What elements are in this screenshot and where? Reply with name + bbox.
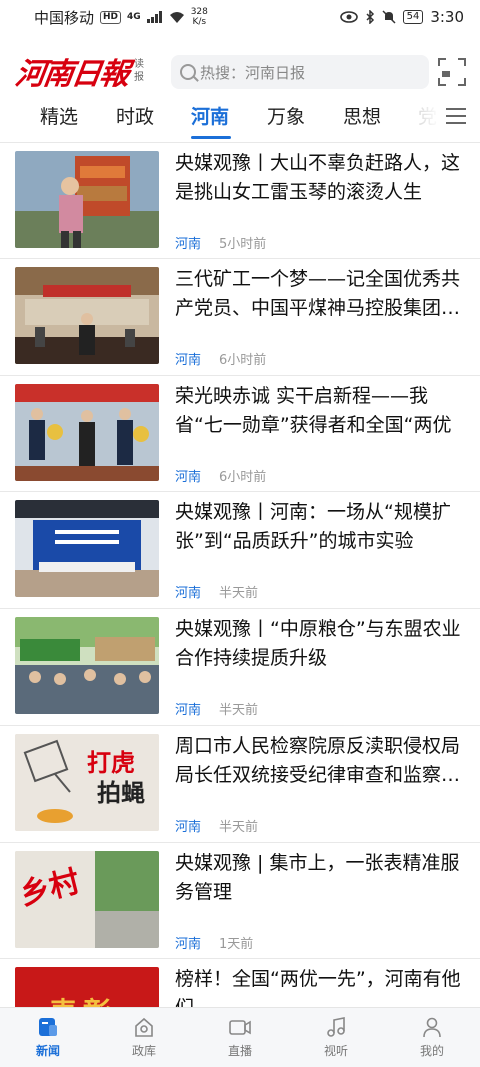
battery-indicator: 54: [402, 10, 424, 24]
news-item[interactable]: 央媒观豫丨“中原粮仓”与东盟农业合作持续提质升级 河南 半天前: [0, 608, 480, 724]
news-icon: [39, 1018, 57, 1036]
news-meta: 河南 6小时前: [175, 466, 266, 485]
news-source[interactable]: 河南: [175, 466, 201, 485]
news-source[interactable]: 河南: [175, 582, 201, 601]
news-meta: 河南 半天前: [175, 699, 258, 718]
eye-icon: [339, 11, 358, 23]
net-speed-unit: K/s: [192, 17, 207, 27]
hd-badge: HD: [100, 10, 122, 24]
live-icon: [229, 1020, 251, 1035]
nav-news-label: 新闻: [35, 1044, 60, 1058]
nav-news[interactable]: 新闻: [0, 1008, 96, 1067]
user-icon: [423, 1017, 441, 1038]
news-title: 三代矿工一个梦——记全国优秀共产党员、中国平煤神马控股集团…: [175, 268, 461, 319]
tab-fade-mask: [400, 96, 440, 140]
news-time: 5小时前: [219, 237, 267, 252]
tab-sixiang[interactable]: 思想: [343, 102, 381, 129]
mute-bell-icon: [382, 10, 396, 24]
news-meta: 河南 半天前: [175, 582, 258, 601]
news-time: 半天前: [219, 586, 259, 601]
nav-media-label: 视听: [323, 1044, 348, 1058]
bottom-nav: 新闻 政库 直播 视听 我的: [0, 1007, 480, 1067]
news-item[interactable]: 央媒观豫丨大山不辜负赶路人，这是挑山女工雷玉琴的滚烫人生 河南 5小时前: [0, 142, 480, 258]
library-icon: [135, 1017, 153, 1037]
news-time: 半天前: [219, 703, 259, 718]
news-thumbnail: 打虎 拍蝇: [15, 734, 159, 831]
bluetooth-icon: [366, 10, 374, 24]
thumb-fly-text: 拍蝇: [97, 778, 145, 807]
carrier-label: 中国移动: [34, 8, 95, 27]
net-speed-value: 328: [190, 7, 208, 17]
thumb-tiger-text: 打虎: [87, 748, 135, 777]
news-time: 6小时前: [219, 353, 267, 368]
nav-media[interactable]: 视听: [288, 1008, 384, 1067]
clock: 3:30: [430, 8, 464, 26]
news-item[interactable]: 乡村 央媒观豫 | 集市上，一张表精准服务管理 河南 1天前: [0, 842, 480, 958]
news-thumbnail: 乡村: [15, 851, 159, 948]
tab-wanxiang[interactable]: 万象: [267, 102, 305, 129]
news-source[interactable]: 河南: [175, 233, 201, 252]
news-thumbnail: [15, 267, 159, 364]
tab-henan[interactable]: 河南: [191, 102, 229, 129]
news-thumbnail: [15, 384, 159, 481]
search-icon: [180, 64, 196, 80]
news-title: 央媒观豫丨“中原粮仓”与东盟农业合作持续提质升级: [175, 618, 461, 669]
news-meta: 河南 半天前: [175, 816, 258, 835]
news-title: 央媒观豫丨河南：一场从“规模扩张”到“品质跃升”的城市实验: [175, 501, 451, 552]
signal-icon: [146, 11, 162, 23]
search-input[interactable]: 热搜：河南日报: [171, 55, 429, 89]
tab-shizheng[interactable]: 时政: [116, 102, 154, 129]
nav-live-label: 直播: [227, 1044, 252, 1058]
news-item[interactable]: 三代矿工一个梦——记全国优秀共产党员、中国平煤神马控股集团… 河南 6小时前: [0, 258, 480, 374]
news-meta: 河南 5小时前: [175, 233, 266, 252]
news-source[interactable]: 河南: [175, 349, 201, 368]
active-tab-indicator: [191, 136, 231, 139]
nav-profile[interactable]: 我的: [384, 1008, 480, 1067]
net-speed: 328 K/s: [191, 7, 208, 27]
news-source[interactable]: 河南: [175, 933, 201, 952]
news-item[interactable]: 荣光映赤诚 实干启新程——我省“七一勋章”获得者和全国“两优一先”… 河南 6小…: [0, 375, 480, 491]
news-time: 6小时前: [219, 470, 267, 485]
nav-live[interactable]: 直播: [192, 1008, 288, 1067]
news-item[interactable]: 打虎 拍蝇 周口市人民检察院原反渎职侵权局局长任双统接受纪律审查和监察… 河南 …: [0, 725, 480, 841]
app-header: 河南日報 读报 热搜：河南日报: [0, 52, 480, 92]
news-title: 央媒观豫 | 集市上，一张表精准服务管理: [175, 852, 460, 903]
news-source[interactable]: 河南: [175, 816, 201, 835]
wifi-icon: [169, 11, 184, 23]
nav-library[interactable]: 政库: [96, 1008, 192, 1067]
nav-profile-label: 我的: [419, 1044, 444, 1058]
scan-icon[interactable]: [438, 58, 466, 86]
nav-library-label: 政库: [131, 1044, 156, 1058]
music-icon: [327, 1017, 345, 1037]
news-title: 周口市人民检察院原反渎职侵权局局长任双统接受纪律审查和监察…: [175, 735, 461, 786]
news-time: 半天前: [219, 820, 259, 835]
news-meta: 河南 1天前: [175, 933, 253, 952]
logo-text: 河南日報: [13, 57, 130, 92]
channel-tabs: 精选 时政 河南 万象 思想 党: [0, 96, 480, 140]
news-title: 央媒观豫丨大山不辜负赶路人，这是挑山女工雷玉琴的滚烫人生: [175, 152, 461, 203]
app-logo[interactable]: 河南日報 读报: [13, 52, 146, 92]
news-meta: 河南 6小时前: [175, 349, 266, 368]
signal-type: 4G: [127, 12, 141, 22]
news-item[interactable]: 央媒观豫丨河南：一场从“规模扩张”到“品质跃升”的城市实验 河南 半天前: [0, 491, 480, 607]
news-source[interactable]: 河南: [175, 699, 201, 718]
news-time: 1天前: [219, 937, 254, 952]
channel-menu-icon[interactable]: [446, 107, 466, 125]
news-thumbnail: [15, 151, 159, 248]
status-bar: 中国移动 HD 4G 328 K/s 54 3:30: [0, 0, 480, 34]
tab-jingxuan[interactable]: 精选: [40, 102, 78, 129]
news-thumbnail: [15, 500, 159, 597]
news-title: 荣光映赤诚 实干启新程——我省“七一勋章”获得者和全国“两优一先”…: [175, 385, 452, 436]
read-paper-link[interactable]: 读报: [134, 58, 146, 84]
news-thumbnail: [15, 617, 159, 714]
search-placeholder: 热搜：河南日报: [200, 63, 306, 82]
